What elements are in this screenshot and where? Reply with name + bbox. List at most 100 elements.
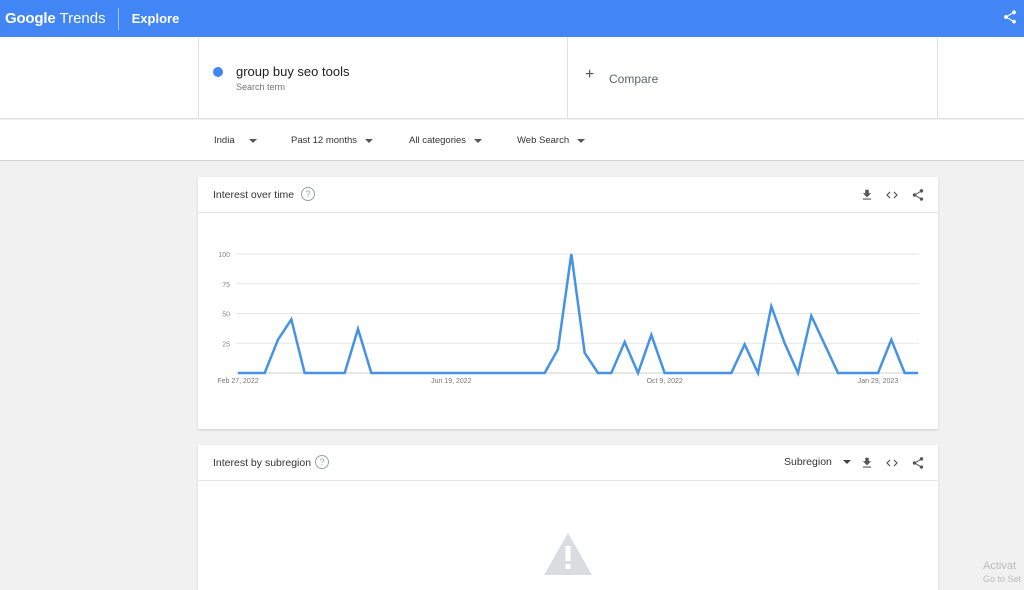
download-icon[interactable]: [860, 188, 874, 202]
card-title: Interest over time: [213, 189, 295, 201]
data-point[interactable]: [822, 342, 827, 347]
data-point[interactable]: [702, 371, 707, 376]
chevron-down-icon: [248, 138, 257, 143]
data-point[interactable]: [289, 317, 294, 322]
filter-search-type[interactable]: Web Search: [517, 135, 586, 146]
data-point[interactable]: [329, 371, 334, 376]
logo-trends-text: Trends: [59, 10, 106, 27]
filter-category[interactable]: All categories: [409, 135, 483, 146]
compare-button[interactable]: + Compare: [568, 37, 938, 119]
data-point[interactable]: [396, 371, 401, 376]
y-tick-label: 50: [222, 312, 230, 319]
logo-google-text: Google: [5, 10, 56, 27]
x-tick-label: Oct 9, 2022: [647, 378, 683, 385]
activation-watermark: Activat Go to Set: [983, 560, 1021, 586]
filter-geo[interactable]: India: [214, 135, 257, 146]
data-point[interactable]: [436, 371, 441, 376]
page-title: Explore: [131, 11, 180, 26]
search-term-card[interactable]: group buy seo tools Search term: [198, 37, 568, 119]
data-point[interactable]: [636, 371, 641, 376]
data-point[interactable]: [582, 350, 587, 355]
data-point[interactable]: [529, 371, 534, 376]
subregion-dropdown-label: Subregion: [784, 456, 832, 468]
top-bar: Google Trends Explore: [0, 0, 1024, 37]
download-icon[interactable]: [860, 456, 874, 470]
data-point[interactable]: [502, 371, 507, 376]
filter-search-type-label: Web Search: [517, 135, 570, 146]
data-point[interactable]: [489, 371, 494, 376]
term-color-dot: [213, 67, 223, 77]
interest-by-subregion-card: Interest by subregion ? Subregion: [198, 445, 938, 590]
embed-icon[interactable]: [885, 456, 899, 470]
chevron-down-icon: [842, 460, 851, 464]
data-point[interactable]: [516, 371, 521, 376]
data-point[interactable]: [756, 371, 761, 376]
data-point[interactable]: [916, 371, 921, 376]
data-point[interactable]: [716, 371, 721, 376]
filter-geo-label: India: [214, 135, 235, 146]
help-icon[interactable]: ?: [301, 187, 315, 201]
search-term[interactable]: group buy seo tools: [236, 64, 349, 79]
card-header: Interest over time ?: [198, 177, 938, 213]
data-point[interactable]: [569, 252, 574, 257]
data-point[interactable]: [422, 371, 427, 376]
data-point[interactable]: [449, 371, 454, 376]
chevron-down-icon: [474, 138, 483, 143]
data-point[interactable]: [836, 371, 841, 376]
share-icon[interactable]: [1002, 9, 1018, 25]
data-point[interactable]: [649, 332, 654, 337]
data-point[interactable]: [262, 371, 267, 376]
watermark-line-2: Go to Set: [983, 574, 1022, 584]
data-point[interactable]: [542, 371, 547, 376]
data-point[interactable]: [676, 371, 681, 376]
card-header: Interest by subregion ? Subregion: [198, 445, 938, 481]
x-tick-label: Jan 29, 2023: [858, 378, 899, 385]
data-point[interactable]: [276, 337, 281, 342]
data-point[interactable]: [769, 304, 774, 309]
data-point[interactable]: [729, 371, 734, 376]
data-point[interactable]: [889, 337, 894, 342]
share-icon[interactable]: [911, 188, 925, 202]
data-point[interactable]: [249, 371, 254, 376]
filter-time[interactable]: Past 12 months: [291, 135, 374, 146]
data-point[interactable]: [409, 371, 414, 376]
data-point[interactable]: [662, 371, 667, 376]
data-point[interactable]: [476, 371, 481, 376]
search-term-subtitle: Search term: [236, 82, 286, 92]
data-point[interactable]: [609, 371, 614, 376]
data-point[interactable]: [809, 313, 814, 318]
data-point[interactable]: [902, 371, 907, 376]
data-point[interactable]: [622, 340, 627, 345]
y-tick-label: 75: [222, 282, 230, 289]
subregion-dropdown[interactable]: Subregion: [784, 456, 851, 468]
y-tick-label: 100: [218, 252, 230, 259]
data-point[interactable]: [236, 371, 241, 376]
data-point[interactable]: [342, 371, 347, 376]
data-point[interactable]: [382, 371, 387, 376]
header-divider: [117, 7, 119, 30]
help-icon[interactable]: ?: [315, 455, 329, 469]
data-point[interactable]: [796, 371, 801, 376]
watermark-line-1: Activat: [983, 560, 1017, 572]
data-point[interactable]: [316, 371, 321, 376]
share-icon[interactable]: [911, 456, 925, 470]
data-point[interactable]: [596, 371, 601, 376]
data-point[interactable]: [849, 371, 854, 376]
data-point[interactable]: [862, 371, 867, 376]
data-point[interactable]: [742, 342, 747, 347]
x-tick-label: Feb 27, 2022: [217, 378, 258, 385]
embed-icon[interactable]: [885, 188, 899, 202]
data-point[interactable]: [369, 371, 374, 376]
card-title: Interest by subregion: [213, 457, 312, 469]
data-point[interactable]: [782, 341, 787, 346]
data-point[interactable]: [356, 326, 361, 331]
data-point[interactable]: [302, 371, 307, 376]
data-point[interactable]: [876, 371, 881, 376]
google-trends-logo[interactable]: Google Trends: [5, 10, 106, 27]
line-chart[interactable]: 100 75 50 25 Feb 27, 2022 Jun 19, 2022 Oct 9, …: [198, 214, 938, 426]
data-point[interactable]: [689, 371, 694, 376]
plus-icon: +: [585, 66, 595, 83]
data-point[interactable]: [556, 347, 561, 352]
interest-chart[interactable]: 100 75 50 25 Feb 27, 2022 Jun 19, 2022 Oct 9, …: [198, 214, 938, 426]
data-point[interactable]: [462, 371, 467, 376]
